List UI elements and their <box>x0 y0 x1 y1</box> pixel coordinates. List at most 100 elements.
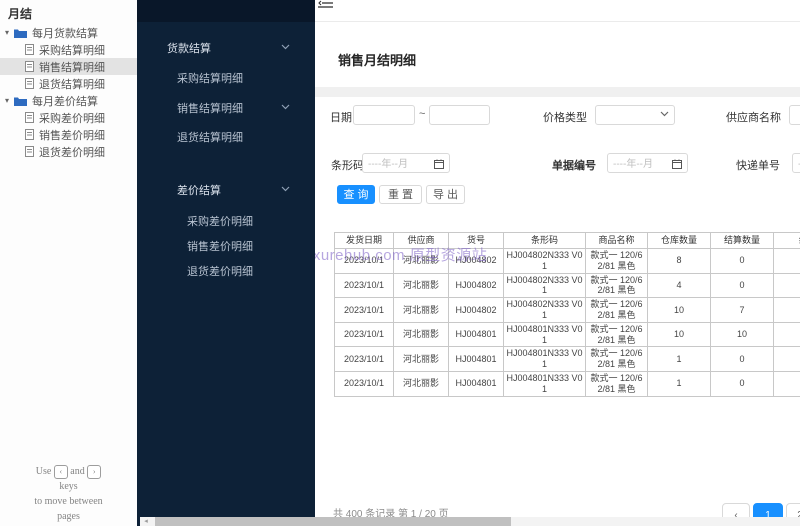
tree-folder-monthly-payment[interactable]: ▾ 每月货款结算 <box>0 24 137 41</box>
cell-product-name: 款式一 120/62/81 黑色 <box>585 346 648 372</box>
export-button[interactable]: 导出 <box>426 185 465 204</box>
cell-barcode: HJ004802N333 V01 <box>503 248 586 274</box>
cell-supplier: 河北丽影 <box>393 370 449 397</box>
express-no-field[interactable] <box>793 155 800 174</box>
nav-item-return-settle[interactable]: 退货结算明细 <box>177 129 243 145</box>
cell-product-name: 款式一 120/62/81 黑色 <box>585 370 648 397</box>
price-type-select[interactable] <box>595 105 675 126</box>
express-no-label: 快递单号 <box>736 160 780 172</box>
nav-section-diff-settle[interactable]: 差价结算 <box>177 182 221 198</box>
tree-item-purchase-settle[interactable]: 采购结算明细 <box>0 41 137 58</box>
date-to-input[interactable] <box>429 105 490 126</box>
sitemap-title: 月结 <box>8 7 33 21</box>
reset-button[interactable]: 重置 <box>379 185 422 204</box>
cell-supplier: 河北丽影 <box>393 297 449 323</box>
cell-supplier: 河北丽影 <box>393 272 449 299</box>
doc-no-date-input[interactable] <box>607 153 688 174</box>
nav-item-return-diff[interactable]: 退货差价明细 <box>187 263 253 279</box>
col-item-no: 货号 <box>448 232 504 249</box>
page-icon <box>25 146 34 157</box>
table-header-row: 发货日期 供应商 货号 条形码 商品名称 仓库数量 结算数量 结算金额 <box>334 232 800 249</box>
date-from-field[interactable] <box>354 107 414 126</box>
cell-warehouse-qty: 1 <box>647 346 711 372</box>
chevron-down-icon <box>281 186 290 192</box>
date-label: 日期 <box>330 112 352 124</box>
cell-product-name: 款式一 120/62/81 黑色 <box>585 248 648 274</box>
tree-item-label: 采购差价明细 <box>39 112 105 125</box>
cell-barcode: HJ004801N333 V01 <box>503 346 586 372</box>
date-range-separator: ~ <box>419 108 426 120</box>
col-barcode: 条形码 <box>503 232 586 249</box>
scroll-left-arrow-icon[interactable]: ◂ <box>140 517 152 526</box>
table-row[interactable]: 2023/10/1 河北丽影 HJ004801 HJ004801N333 V01… <box>334 321 800 348</box>
sitemap-tree: ▾ 每月货款结算 采购结算明细 销售结算明细 退货结算明细 ▾ 每月差价结算 采… <box>0 24 137 160</box>
cell-ship-date: 2023/10/1 <box>334 248 394 274</box>
col-settle-qty: 结算数量 <box>710 232 774 249</box>
nav-item-sales-settle[interactable]: 销售结算明细 <box>177 100 243 116</box>
tree-item-return-settle[interactable]: 退货结算明细 <box>0 75 137 92</box>
tree-item-purchase-diff[interactable]: 采购差价明细 <box>0 109 137 126</box>
supplier-label: 供应商名称 <box>726 112 781 124</box>
date-from-input[interactable] <box>353 105 415 126</box>
chevron-down-icon <box>281 104 290 110</box>
cell-item-no: HJ004802 <box>448 272 504 299</box>
cell-item-no: HJ004802 <box>448 297 504 323</box>
cell-item-no: HJ004801 <box>448 370 504 397</box>
cell-product-name: 款式一 120/62/81 黑色 <box>585 297 648 323</box>
nav-item-sales-diff[interactable]: 销售差价明细 <box>187 238 253 254</box>
tree-item-label: 销售差价明细 <box>39 129 105 142</box>
cell-settle-qty: 0 <box>710 272 774 299</box>
tree-item-sales-settle[interactable]: 销售结算明细 <box>0 58 137 75</box>
sitemap-panel: 月结 ▾ 每月货款结算 采购结算明细 销售结算明细 退货结算明细 ▾ 每月差价结… <box>0 0 137 526</box>
barcode-date-input[interactable] <box>362 153 450 174</box>
sidebar-header-strip <box>137 0 315 22</box>
nav-item-purchase-settle[interactable]: 采购结算明细 <box>177 70 243 86</box>
cell-item-no: HJ004801 <box>448 346 504 372</box>
page-icon <box>25 61 34 72</box>
nav-item-purchase-diff[interactable]: 采购差价明细 <box>187 213 253 229</box>
cell-settle-qty: 0 <box>710 370 774 397</box>
caret-down-icon[interactable]: ▾ <box>5 96 14 105</box>
barcode-label: 条形码 <box>331 160 364 172</box>
query-button[interactable]: 查询 <box>337 185 375 204</box>
page-title: 销售月结明细 <box>338 53 417 68</box>
page-icon <box>25 129 34 140</box>
cell-settle-qty: 7 <box>710 297 774 323</box>
tree-item-sales-diff[interactable]: 销售差价明细 <box>0 126 137 143</box>
col-product-name: 商品名称 <box>585 232 648 249</box>
tree-item-label: 销售结算明细 <box>39 61 105 74</box>
tree-item-label: 退货差价明细 <box>39 146 105 159</box>
settlement-table: 发货日期 供应商 货号 条形码 商品名称 仓库数量 结算数量 结算金额 2023… <box>334 232 800 397</box>
tree-folder-monthly-diff[interactable]: ▾ 每月差价结算 <box>0 92 137 109</box>
player-keyboard-hint: Use ‹ and › keys to move between pages <box>0 464 137 524</box>
scrollbar-thumb[interactable] <box>155 517 511 526</box>
cell-supplier: 河北丽影 <box>393 321 449 348</box>
tree-item-return-diff[interactable]: 退货差价明细 <box>0 143 137 160</box>
supplier-input[interactable] <box>789 105 800 126</box>
collapse-menu-icon[interactable] <box>318 0 333 10</box>
table-row[interactable]: 2023/10/1 河北丽影 HJ004801 HJ004801N333 V01… <box>334 370 800 397</box>
col-ship-date: 发货日期 <box>334 232 394 249</box>
cell-ship-date: 2023/10/1 <box>334 272 394 299</box>
table-row[interactable]: 2023/10/1 河北丽影 HJ004802 HJ004802N333 V01… <box>334 248 800 274</box>
cell-settle-amount <box>773 370 800 397</box>
cell-settle-qty: 0 <box>710 248 774 274</box>
table-body: 2023/10/1 河北丽影 HJ004802 HJ004802N333 V01… <box>334 248 800 397</box>
nav-section-payment-settle[interactable]: 货款结算 <box>167 40 211 56</box>
horizontal-scrollbar[interactable]: ◂ <box>140 517 800 526</box>
table-row[interactable]: 2023/10/1 河北丽影 HJ004801 HJ004801N333 V01… <box>334 346 800 372</box>
table-row[interactable]: 2023/10/1 河北丽影 HJ004802 HJ004802N333 V01… <box>334 272 800 299</box>
table-row[interactable]: 2023/10/1 河北丽影 HJ004802 HJ004802N333 V01… <box>334 297 800 323</box>
hint-text: pages <box>57 511 80 522</box>
caret-down-icon[interactable]: ▾ <box>5 28 14 37</box>
key-left-icon: ‹ <box>53 464 68 479</box>
cell-warehouse-qty: 10 <box>647 321 711 348</box>
express-no-input[interactable] <box>792 153 800 174</box>
cell-settle-amount <box>773 346 800 372</box>
cell-supplier: 河北丽影 <box>393 346 449 372</box>
cell-product-name: 款式一 120/62/81 黑色 <box>585 272 648 299</box>
supplier-field[interactable] <box>790 107 800 126</box>
cell-barcode: HJ004801N333 V01 <box>503 321 586 348</box>
hint-text: Use <box>35 466 52 477</box>
date-to-field[interactable] <box>430 107 489 126</box>
